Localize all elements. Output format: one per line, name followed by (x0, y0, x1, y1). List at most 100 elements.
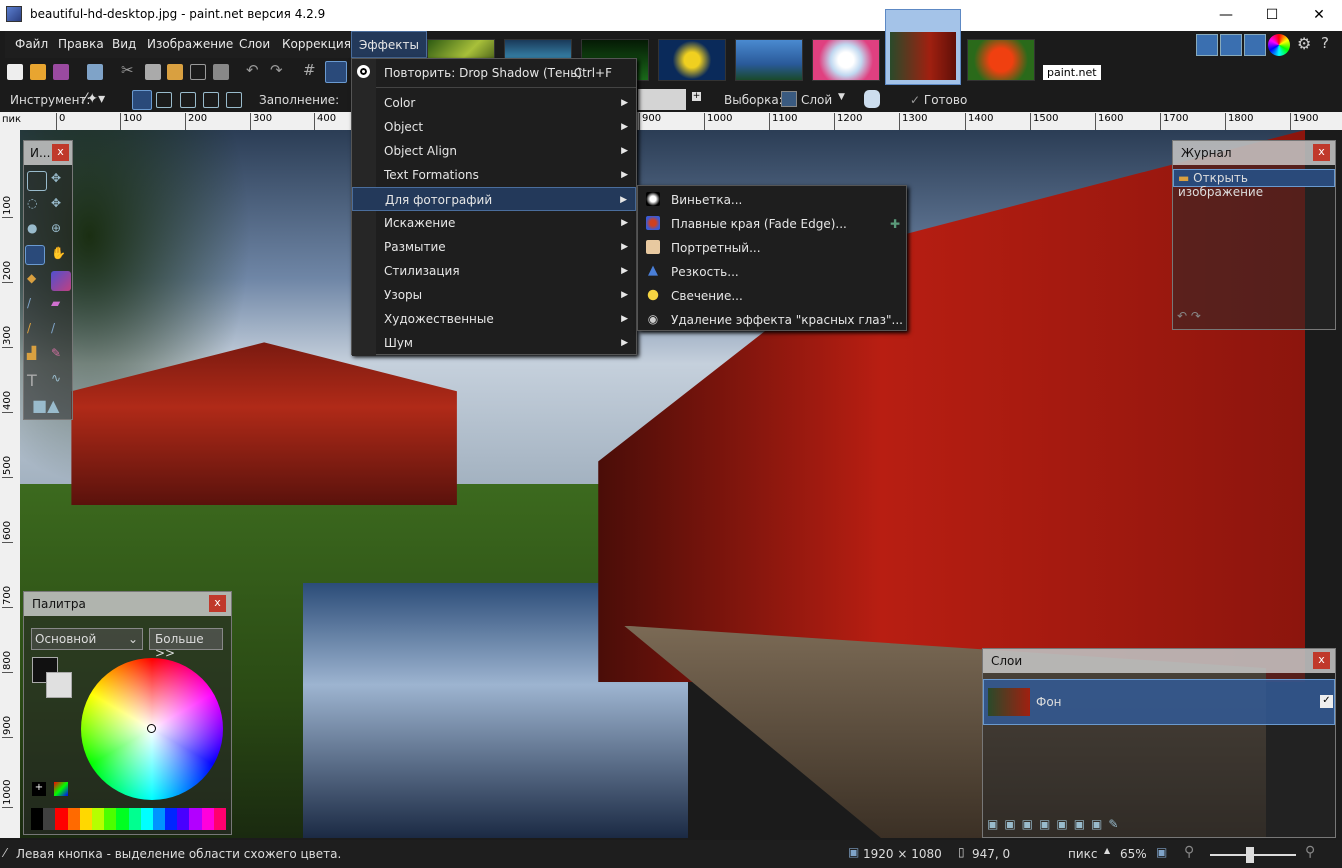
zoom-out-icon[interactable]: ⚲ (1184, 844, 1194, 860)
layer-visibility-checkbox[interactable]: ✓ (1320, 695, 1333, 708)
add-color-icon[interactable]: + (32, 782, 46, 796)
eraser-tool-icon[interactable]: ▰ (51, 296, 71, 316)
pan-tool-icon[interactable]: ✋ (51, 246, 71, 266)
redo-icon[interactable]: ↷ (270, 61, 286, 79)
crop-icon[interactable] (190, 64, 206, 80)
line-tool-icon[interactable]: ∿ (51, 371, 71, 391)
done-button[interactable]: ✓ Готово (910, 93, 967, 107)
undo-icon[interactable]: ↶ (246, 61, 262, 79)
pencil-tool-icon[interactable]: / (27, 321, 47, 341)
selection-mode-union-icon[interactable] (156, 92, 172, 108)
selection-mode-intersect-icon[interactable] (203, 92, 219, 108)
paste-icon[interactable] (167, 64, 183, 80)
palette-swatch[interactable] (201, 808, 214, 830)
history-item[interactable]: ▬ Открыть изображение (1173, 169, 1335, 199)
palette-swatch[interactable] (128, 808, 141, 830)
menu-edit[interactable]: Правка (51, 31, 111, 58)
zoom-slider[interactable] (1210, 847, 1296, 863)
recolor-tool-icon[interactable]: ✎ (51, 346, 71, 366)
plus-icon[interactable]: + (692, 92, 701, 101)
menu-item-render[interactable]: Узоры ▶ (376, 283, 636, 307)
menu-item-fade-edge[interactable]: Плавные края (Fade Edge)... ✚ (640, 212, 906, 236)
zoom-to-window-icon[interactable]: ▣ (1156, 845, 1167, 859)
menu-file[interactable]: Файл (8, 31, 55, 58)
palette-swatch[interactable] (67, 808, 80, 830)
rectangle-select-tool-icon[interactable] (27, 171, 47, 191)
palette-swatch[interactable] (189, 808, 202, 830)
image-tab-active[interactable] (885, 9, 961, 85)
close-icon[interactable]: x (1313, 144, 1330, 161)
palette-swatch[interactable] (31, 808, 44, 830)
chevron-up-icon[interactable]: ▲ (1104, 846, 1110, 855)
close-icon[interactable]: x (1313, 652, 1330, 669)
undo-icon[interactable]: ↶ ↷ (1177, 309, 1201, 323)
palette-swatch[interactable] (177, 808, 190, 830)
copy-icon[interactable] (145, 64, 161, 80)
zoom-tool-icon[interactable]: ⊕ (51, 221, 71, 241)
save-icon[interactable] (53, 64, 69, 80)
color-picker-tool-icon[interactable]: / (51, 321, 71, 341)
menu-item-object[interactable]: Object ▶ (376, 115, 636, 139)
move-selection-tool-icon[interactable]: ✥ (51, 196, 71, 216)
history-toggle-icon[interactable] (1220, 34, 1242, 56)
selection-mode-replace-icon[interactable] (132, 90, 152, 110)
sampling-select[interactable]: Слой (801, 93, 832, 107)
paintbrush-tool-icon[interactable]: / (27, 296, 47, 316)
palette-mode-select[interactable]: Основной ⌄ (31, 628, 143, 650)
palette-swatch[interactable] (104, 808, 117, 830)
palette-swatch[interactable] (91, 808, 105, 830)
gradient-tool-icon[interactable] (51, 271, 71, 291)
menu-item-stylize[interactable]: Стилизация ▶ (376, 259, 636, 283)
ruler-toggle-icon[interactable] (325, 61, 347, 83)
close-button[interactable]: ✕ (1296, 0, 1342, 31)
color-wheel[interactable] (81, 658, 223, 800)
palette-swatch[interactable] (43, 808, 56, 830)
zoom-level[interactable]: 65% (1120, 847, 1147, 861)
menu-effects[interactable]: Эффекты (351, 31, 427, 58)
menu-item-artistic[interactable]: Художественные ▶ (376, 307, 636, 331)
menu-item-photo[interactable]: Для фотографий ▶ (352, 187, 636, 211)
menu-item-sharpen[interactable]: ▲ Резкость... (640, 260, 906, 284)
menu-item-distort[interactable]: Искажение ▶ (376, 211, 636, 235)
menu-view[interactable]: Вид (105, 31, 143, 58)
palette-swatch[interactable] (79, 808, 92, 830)
menu-item-portrait[interactable]: Портретный... (640, 236, 906, 260)
print-icon[interactable] (87, 64, 103, 80)
palette-swatch[interactable] (55, 808, 68, 830)
layer-sampling-icon[interactable] (781, 91, 797, 107)
layer-row[interactable]: Фон ✓ (983, 679, 1335, 725)
menu-item-object-align[interactable]: Object Align ▶ (376, 139, 636, 163)
shapes-tool-icon[interactable]: ■▲ (32, 396, 59, 416)
tolerance-slider[interactable] (638, 89, 686, 110)
menu-adjustments[interactable]: Коррекция (275, 31, 358, 58)
minimize-button[interactable]: — (1203, 0, 1249, 31)
new-icon[interactable] (7, 64, 23, 80)
text-tool-icon[interactable]: T (27, 371, 47, 391)
palette-swatch[interactable] (140, 808, 153, 830)
close-icon[interactable]: x (209, 595, 226, 612)
image-tab[interactable] (967, 39, 1035, 81)
palette-menu-icon[interactable] (54, 782, 68, 796)
antialias-icon[interactable] (864, 90, 880, 108)
cut-icon[interactable]: ✂ (121, 61, 137, 79)
move-selected-tool-icon[interactable]: ✥ (51, 171, 71, 191)
maximize-button[interactable]: ☐ (1249, 0, 1295, 31)
menu-item-red-eye[interactable]: ◉ Удаление эффекта "красных глаз"... (640, 308, 906, 332)
open-icon[interactable] (30, 64, 46, 80)
image-tab[interactable] (658, 39, 726, 81)
selection-mode-exclude-icon[interactable] (180, 92, 196, 108)
menu-item-text-formations[interactable]: Text Formations ▶ (376, 163, 636, 187)
menu-item-color[interactable]: Color ▶ (376, 91, 636, 115)
zoom-in-icon[interactable]: ⚲ (1305, 844, 1315, 860)
menu-layers[interactable]: Слои (232, 31, 277, 58)
tools-toggle-icon[interactable] (1196, 34, 1218, 56)
colors-toggle-icon[interactable] (1268, 34, 1290, 56)
close-icon[interactable]: x (52, 144, 69, 161)
more-button[interactable]: Больше >> (149, 628, 223, 660)
menu-item-noise[interactable]: Шум ▶ (376, 331, 636, 355)
palette-swatch[interactable] (152, 808, 166, 830)
clone-stamp-tool-icon[interactable]: ▟ (27, 346, 47, 366)
grid-icon[interactable]: # (303, 61, 319, 79)
image-tab[interactable] (735, 39, 803, 81)
palette-swatch[interactable] (116, 808, 129, 830)
